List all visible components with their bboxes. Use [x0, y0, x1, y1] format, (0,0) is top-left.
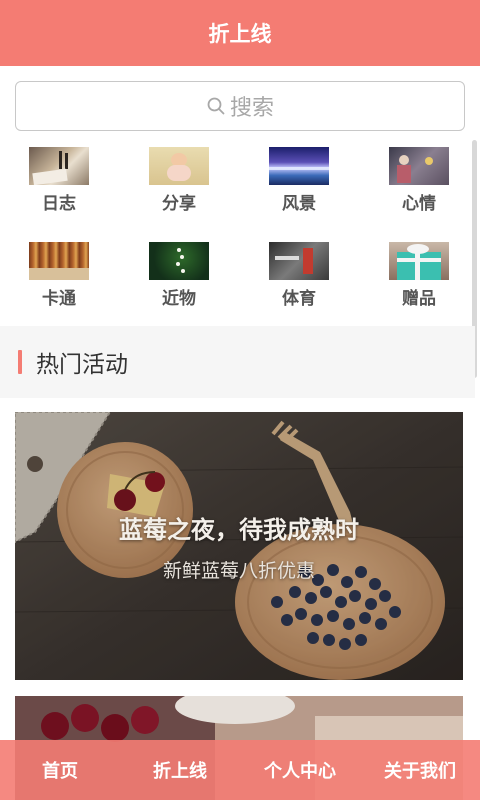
category-label: 卡通 [42, 289, 76, 309]
category-label: 体育 [282, 289, 316, 309]
diary-thumbnail [29, 147, 89, 185]
category-scenery[interactable]: 风景 [264, 147, 334, 214]
header-bar: 折上线 [0, 0, 480, 66]
section-title: 热门活动 [36, 352, 128, 378]
page-title: 折上线 [208, 22, 272, 46]
sports-thumbnail [269, 242, 329, 280]
category-nearby[interactable]: 近物 [144, 242, 214, 309]
scenery-thumbnail [269, 147, 329, 185]
share-thumbnail [149, 147, 209, 185]
nav-profile[interactable]: 个人中心 [240, 757, 360, 783]
promo-image [15, 412, 463, 680]
category-label: 赠品 [402, 289, 436, 309]
category-sports[interactable]: 体育 [264, 242, 334, 309]
promo-subtitle: 新鲜蓝莓八折优惠 [162, 560, 315, 582]
category-gifts[interactable]: 赠品 [384, 242, 454, 309]
promo-headline: 蓝莓之夜，待我成熟时 [119, 516, 359, 544]
category-label: 分享 [162, 194, 196, 214]
category-cartoon[interactable]: 卡通 [24, 242, 94, 309]
category-label: 心情 [402, 194, 436, 214]
search-placeholder: 搜索 [229, 96, 274, 121]
section-accent [18, 350, 22, 374]
promo-card[interactable]: 蓝莓之夜，待我成熟时 新鲜蓝莓八折优惠 [15, 412, 463, 680]
category-label: 日志 [42, 194, 76, 214]
mood-thumbnail [389, 147, 449, 185]
category-label: 近物 [162, 289, 196, 309]
nav-about[interactable]: 关于我们 [360, 757, 480, 783]
search-icon [207, 97, 225, 115]
category-label: 风景 [282, 194, 316, 214]
section-header: 热门活动 [0, 326, 475, 398]
nav-deals[interactable]: 折上线 [120, 757, 240, 783]
category-mood[interactable]: 心情 [384, 147, 454, 214]
search-input[interactable]: 搜索 [15, 81, 465, 131]
nearby-thumbnail [149, 242, 209, 280]
gifts-thumbnail [389, 242, 449, 280]
nav-home[interactable]: 首页 [0, 757, 120, 783]
cartoon-thumbnail [29, 242, 89, 280]
category-diary[interactable]: 日志 [24, 147, 94, 214]
category-share[interactable]: 分享 [144, 147, 214, 214]
bottom-nav: 首页 折上线 个人中心 关于我们 [0, 740, 480, 800]
